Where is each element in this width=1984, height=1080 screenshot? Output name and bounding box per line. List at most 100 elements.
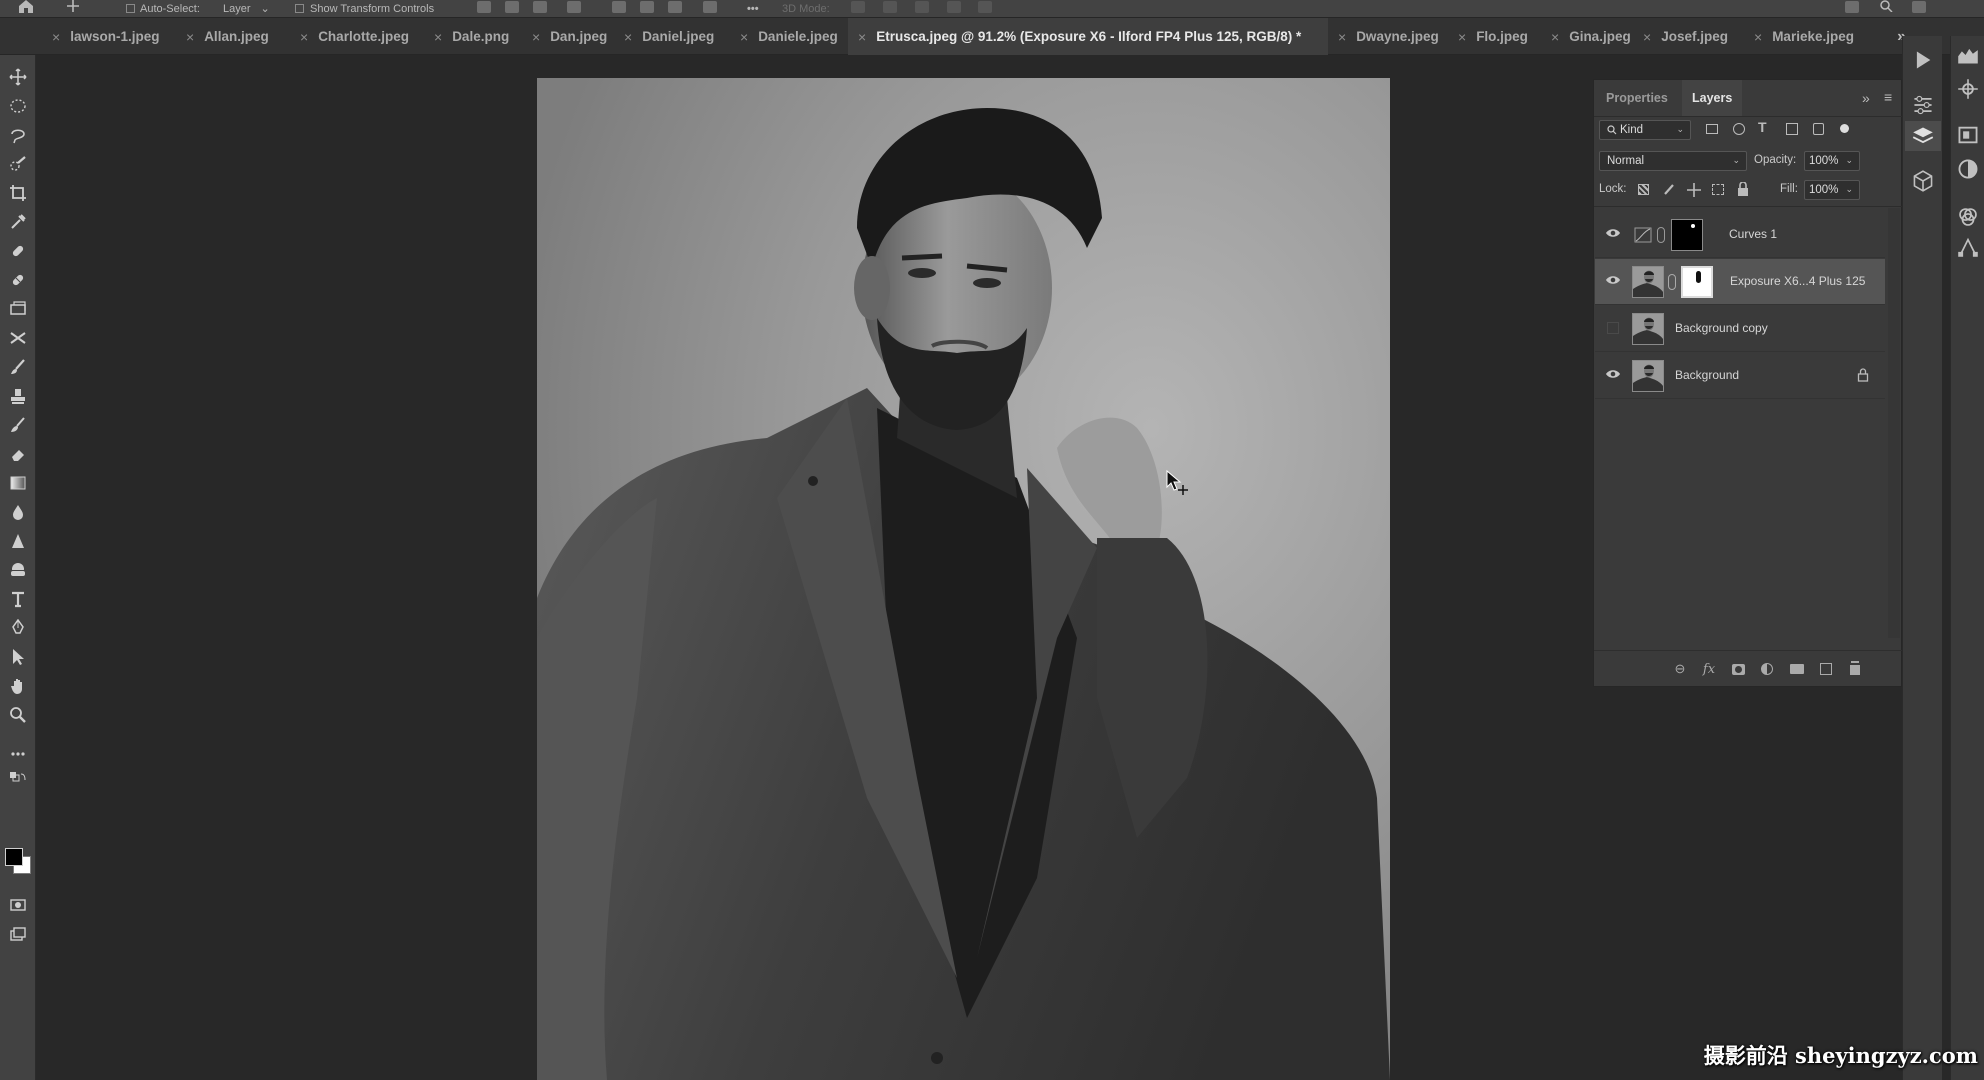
tab-close-icon[interactable]: × bbox=[300, 29, 308, 45]
layer-row[interactable]: Background bbox=[1595, 353, 1885, 399]
navigator-icon[interactable] bbox=[1957, 78, 1979, 100]
filter-shape-icon[interactable] bbox=[1786, 123, 1798, 135]
layer-lock-icon[interactable] bbox=[1857, 368, 1869, 382]
panel-menu-icon[interactable]: ≡ bbox=[1884, 89, 1892, 105]
layer-mask-thumbnail[interactable] bbox=[1671, 219, 1703, 251]
lock-position-icon[interactable] bbox=[1687, 183, 1701, 197]
3d-cube-icon[interactable] bbox=[1912, 170, 1934, 192]
align-left-icon[interactable] bbox=[477, 1, 491, 13]
adjustments-icon[interactable] bbox=[1912, 94, 1934, 116]
libraries-icon[interactable] bbox=[1957, 124, 1979, 146]
more-tools-icon[interactable] bbox=[7, 743, 29, 765]
distribute-middle-icon[interactable] bbox=[640, 1, 654, 13]
foreground-color-swatch[interactable] bbox=[5, 848, 23, 866]
3d-drag-icon[interactable] bbox=[915, 1, 929, 13]
tab-close-icon[interactable]: × bbox=[1754, 29, 1762, 45]
visibility-eye-icon[interactable] bbox=[1605, 274, 1621, 286]
tab-close-icon[interactable]: × bbox=[52, 29, 60, 45]
auto-select-checkbox[interactable]: Auto-Select: bbox=[126, 0, 200, 17]
tab-close-icon[interactable]: × bbox=[624, 29, 632, 45]
tab-layers[interactable]: Layers bbox=[1682, 80, 1743, 116]
dodge-icon[interactable] bbox=[7, 559, 29, 581]
document-tab[interactable]: × Etrusca.jpeg @ 91.2% (Exposure X6 - Ilf… bbox=[848, 18, 1328, 55]
layers-icon[interactable] bbox=[1912, 125, 1934, 147]
filter-adjustment-icon[interactable] bbox=[1733, 123, 1745, 135]
patch-icon[interactable] bbox=[7, 298, 29, 320]
tab-close-icon[interactable]: × bbox=[1458, 29, 1466, 45]
3d-scale-icon[interactable] bbox=[978, 1, 992, 13]
eyedropper-icon[interactable] bbox=[7, 211, 29, 233]
history-brush-icon[interactable] bbox=[7, 414, 29, 436]
3d-slide-icon[interactable] bbox=[947, 1, 961, 13]
layer-thumbnail[interactable] bbox=[1632, 313, 1664, 345]
zoom-icon[interactable] bbox=[7, 704, 29, 726]
document-tab[interactable]: × Daniel.jpeg bbox=[614, 18, 730, 55]
home-icon[interactable] bbox=[17, 0, 35, 13]
crop-icon[interactable] bbox=[7, 182, 29, 204]
lock-all-icon[interactable] bbox=[1737, 182, 1749, 196]
lock-transparent-icon[interactable] bbox=[1638, 184, 1649, 195]
distribute-horizontal-icon[interactable] bbox=[703, 1, 717, 13]
layers-scrollbar[interactable] bbox=[1888, 208, 1900, 638]
document-tab[interactable]: × Daniele.jpeg bbox=[730, 18, 848, 55]
tab-close-icon[interactable]: × bbox=[1643, 29, 1651, 45]
document-tab[interactable]: × Josef.jpeg bbox=[1633, 18, 1744, 55]
brush-icon[interactable] bbox=[7, 356, 29, 378]
blend-mode-dropdown[interactable]: Normal ⌄ bbox=[1599, 151, 1747, 171]
delete-layer-icon[interactable] bbox=[1847, 661, 1863, 677]
healing-brush-icon[interactable] bbox=[7, 269, 29, 291]
align-top-icon[interactable] bbox=[567, 1, 581, 13]
tab-close-icon[interactable]: × bbox=[186, 29, 194, 45]
filter-smart-object-icon[interactable] bbox=[1813, 123, 1824, 135]
blur-icon[interactable] bbox=[7, 501, 29, 523]
hand-icon[interactable] bbox=[7, 675, 29, 697]
document-tab[interactable]: × Marieke.jpeg bbox=[1744, 18, 1875, 55]
document-tab[interactable]: × Charlotte.jpeg bbox=[290, 18, 424, 55]
document-tab[interactable]: × Dan.jpeg bbox=[522, 18, 614, 55]
filter-kind-dropdown[interactable]: Kind ⌄ bbox=[1599, 120, 1691, 140]
default-colors-icon[interactable] bbox=[7, 769, 29, 791]
show-transform-controls-checkbox[interactable]: Show Transform Controls bbox=[295, 0, 434, 17]
new-group-icon[interactable] bbox=[1789, 661, 1805, 677]
new-layer-icon[interactable] bbox=[1818, 661, 1834, 677]
eraser-icon[interactable] bbox=[7, 443, 29, 465]
document-tab[interactable]: × Allan.jpeg bbox=[176, 18, 288, 55]
filter-pixel-icon[interactable] bbox=[1706, 124, 1718, 134]
move-tool-icon[interactable] bbox=[7, 66, 29, 88]
move-tool-options-icon[interactable] bbox=[66, 0, 80, 12]
filter-toggle-icon[interactable] bbox=[1840, 124, 1849, 133]
more-options-icon[interactable]: ••• bbox=[747, 0, 759, 17]
filter-type-icon[interactable]: T bbox=[1758, 119, 1767, 135]
screen-mode-icon[interactable] bbox=[7, 923, 29, 945]
clone-stamp-icon[interactable] bbox=[7, 385, 29, 407]
content-aware-move-icon[interactable] bbox=[7, 327, 29, 349]
paths-icon[interactable] bbox=[1957, 236, 1979, 258]
auto-select-dropdown[interactable]: Layer ⌄ bbox=[223, 0, 270, 17]
align-center-icon[interactable] bbox=[505, 1, 519, 13]
tab-close-icon[interactable]: × bbox=[858, 29, 866, 45]
layer-row[interactable]: Exposure X6...4 Plus 125 bbox=[1595, 259, 1885, 305]
gradient-icon[interactable] bbox=[7, 472, 29, 494]
add-layer-style-icon[interactable]: fx bbox=[1701, 661, 1717, 677]
tab-close-icon[interactable]: × bbox=[1338, 29, 1346, 45]
sharpen-icon[interactable] bbox=[7, 530, 29, 552]
3d-rotate-icon[interactable] bbox=[851, 1, 865, 13]
color-icon[interactable] bbox=[1957, 158, 1979, 180]
workspace-icon[interactable] bbox=[1912, 1, 1926, 13]
document-tab[interactable]: × Flo.jpeg bbox=[1448, 18, 1541, 55]
opacity-field[interactable]: 100% ⌄ bbox=[1804, 151, 1860, 171]
layer-thumbnail[interactable] bbox=[1632, 360, 1664, 392]
spot-healing-icon[interactable] bbox=[7, 240, 29, 262]
channels-icon[interactable] bbox=[1957, 206, 1979, 228]
mask-link-icon[interactable] bbox=[1668, 274, 1676, 290]
path-selection-icon[interactable] bbox=[7, 646, 29, 668]
tab-close-icon[interactable]: × bbox=[740, 29, 748, 45]
document-canvas[interactable] bbox=[537, 78, 1390, 1080]
layer-row[interactable]: Background copy bbox=[1595, 306, 1885, 352]
fill-field[interactable]: 100% ⌄ bbox=[1804, 180, 1860, 200]
tab-close-icon[interactable]: × bbox=[434, 29, 442, 45]
document-tab[interactable]: × Dale.png bbox=[424, 18, 522, 55]
search-icon[interactable] bbox=[1880, 0, 1893, 12]
lock-artboard-icon[interactable] bbox=[1712, 184, 1724, 195]
visibility-toggle-empty[interactable] bbox=[1607, 322, 1619, 334]
